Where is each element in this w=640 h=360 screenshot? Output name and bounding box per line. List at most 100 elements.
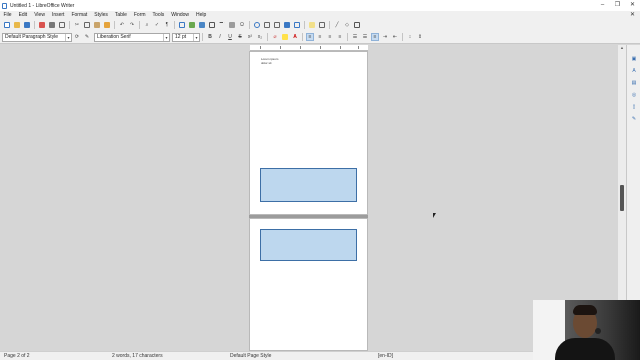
subscript-button[interactable]: x₂ [256, 33, 264, 41]
print-icon[interactable] [48, 21, 56, 29]
page-style[interactable]: Default Page Style [230, 353, 271, 359]
footnote-icon[interactable] [263, 21, 271, 29]
scroll-up-icon[interactable]: ▲ [618, 45, 626, 51]
outline-icon[interactable]: ≡ [371, 33, 379, 41]
minimize-button[interactable]: – [595, 0, 610, 11]
comment-icon[interactable] [308, 21, 316, 29]
draw-functions-icon[interactable] [353, 21, 361, 29]
window-controls: – ❐ ✕ [595, 0, 640, 11]
menu-edit[interactable]: Edit [15, 12, 31, 18]
manage-changes-icon[interactable]: ✎ [630, 115, 638, 123]
table-icon[interactable] [178, 21, 186, 29]
align-right-icon[interactable]: ≡ [326, 33, 334, 41]
justify-icon[interactable]: ≡ [336, 33, 344, 41]
menu-format[interactable]: Format [68, 12, 91, 18]
chevron-down-icon[interactable]: ▾ [193, 33, 199, 41]
align-center-icon[interactable]: ≡ [316, 33, 324, 41]
close-document-icon[interactable]: ✕ [630, 11, 635, 19]
navigator-icon[interactable]: ◎ [630, 91, 638, 99]
text-line: dolor sit [261, 60, 272, 65]
chevron-down-icon[interactable]: ▾ [65, 33, 71, 41]
styles-icon[interactable]: A [630, 67, 638, 75]
undo-icon[interactable]: ↶ [118, 21, 126, 29]
bold-button[interactable]: B [206, 33, 214, 41]
bookmark-icon[interactable] [283, 21, 291, 29]
menu-form[interactable]: Form [130, 12, 149, 18]
hyperlink-icon[interactable] [253, 21, 261, 29]
chevron-down-icon[interactable]: ▾ [163, 33, 169, 41]
print-preview-icon[interactable] [58, 21, 66, 29]
strikethrough-button[interactable]: S [236, 33, 244, 41]
gallery-icon[interactable]: ▤ [630, 79, 638, 87]
paragraph-spacing-icon[interactable]: ⇕ [416, 33, 424, 41]
ruler-tick [320, 46, 321, 49]
paste-icon[interactable] [93, 21, 101, 29]
special-character-icon[interactable]: Ω [238, 21, 246, 29]
cut-icon[interactable]: ✂ [73, 21, 81, 29]
image-icon[interactable] [188, 21, 196, 29]
formatting-marks-icon[interactable]: ¶ [163, 21, 171, 29]
update-style-icon[interactable]: ⟳ [73, 33, 81, 41]
menu-window[interactable]: Window [168, 12, 193, 18]
menu-table[interactable]: Table [111, 12, 130, 18]
text-box-icon[interactable] [208, 21, 216, 29]
superscript-button[interactable]: x² [246, 33, 254, 41]
track-changes-icon[interactable] [318, 21, 326, 29]
new-icon[interactable] [3, 21, 11, 29]
menu-insert[interactable]: Insert [48, 12, 68, 18]
page-2[interactable] [249, 218, 368, 351]
page-icon[interactable]: ▯ [630, 103, 638, 111]
font-name-select[interactable]: Liberation Serif ▾ [94, 32, 170, 42]
page-break-icon[interactable] [218, 21, 226, 29]
basic-shapes-icon[interactable]: ◇ [343, 21, 351, 29]
numbered-list-icon[interactable]: ☰ [361, 33, 369, 41]
increase-indent-icon[interactable]: ⇥ [381, 33, 389, 41]
formatting-toolbar: Default Paragraph Style ▾ ⟳ ✎ Liberation… [0, 31, 640, 44]
separator [114, 21, 115, 29]
clear-formatting-icon[interactable]: ⌀ [271, 33, 279, 41]
underline-button[interactable]: U [226, 33, 234, 41]
line-spacing-icon[interactable]: ↕ [406, 33, 414, 41]
redo-icon[interactable]: ↷ [128, 21, 136, 29]
save-icon[interactable] [23, 21, 31, 29]
maximize-button[interactable]: ❐ [610, 0, 625, 11]
blue-frame-shape[interactable] [260, 168, 357, 202]
field-icon[interactable] [228, 21, 236, 29]
new-style-icon[interactable]: ✎ [83, 33, 91, 41]
decrease-indent-icon[interactable]: ⇤ [391, 33, 399, 41]
menu-tools[interactable]: Tools [149, 12, 168, 18]
word-count[interactable]: 2 words, 17 characters [112, 353, 163, 359]
page-1-text[interactable]: Lorem ipsum dolor sit [261, 57, 278, 65]
menu-file[interactable]: File [0, 12, 15, 18]
menu-help[interactable]: Help [193, 12, 210, 18]
page-1[interactable]: Lorem ipsum dolor sit [249, 51, 368, 215]
properties-icon[interactable]: ▣ [630, 55, 638, 63]
separator [267, 33, 268, 41]
close-button[interactable]: ✕ [625, 0, 640, 11]
menu-view[interactable]: View [31, 12, 49, 18]
copy-icon[interactable] [83, 21, 91, 29]
font-color-icon[interactable]: A [291, 33, 299, 41]
cross-reference-icon[interactable] [293, 21, 301, 29]
bullet-list-icon[interactable]: ☰ [351, 33, 359, 41]
find-replace-icon[interactable]: ⌕ [143, 21, 151, 29]
open-icon[interactable] [13, 21, 21, 29]
paragraph-style-select[interactable]: Default Paragraph Style ▾ [2, 32, 72, 42]
align-left-icon[interactable]: ≡ [306, 33, 314, 41]
separator [302, 33, 303, 41]
menu-styles[interactable]: Styles [91, 12, 112, 18]
chart-icon[interactable] [198, 21, 206, 29]
spelling-icon[interactable]: ✓ [153, 21, 161, 29]
clone-formatting-icon[interactable] [103, 21, 111, 29]
scrollbar-thumb[interactable] [620, 185, 624, 211]
highlight-color-icon[interactable] [281, 33, 289, 41]
separator [304, 21, 305, 29]
export-pdf-icon[interactable] [38, 21, 46, 29]
blue-frame-shape[interactable] [260, 229, 357, 261]
page-count[interactable]: Page 2 of 2 [4, 353, 30, 359]
line-icon[interactable]: ╱ [333, 21, 341, 29]
italic-button[interactable]: I [216, 33, 224, 41]
endnote-icon[interactable] [273, 21, 281, 29]
language[interactable]: [en-ID] [378, 353, 393, 359]
font-size-select[interactable]: 12 pt ▾ [172, 32, 200, 42]
